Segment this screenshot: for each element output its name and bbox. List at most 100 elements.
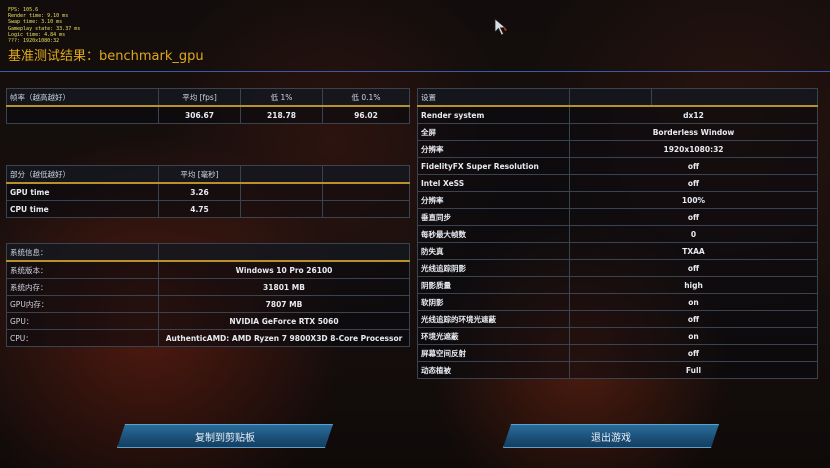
- title-divider: [0, 71, 830, 72]
- empty-cell: [240, 200, 323, 218]
- settings-row-value: dx12: [569, 105, 818, 124]
- sysinfo-row-label: CPU：: [6, 329, 159, 347]
- table-header-row: 系统信息：: [6, 243, 410, 262]
- fps-low01-value: 96.02: [322, 105, 410, 124]
- settings-row-value: 1920x1080:32: [569, 140, 818, 158]
- sysinfo-row-value: 7807 MB: [158, 295, 410, 313]
- settings-row-value: Full: [569, 361, 818, 379]
- settings-row-label: Render system: [417, 105, 570, 124]
- sysinfo-row-label: GPU：: [6, 312, 159, 330]
- mouse-cursor-icon: [494, 18, 507, 36]
- fps-header-avg: 平均 [fps]: [158, 88, 241, 107]
- settings-row-label: 分辨率: [417, 140, 570, 158]
- table-row: 光线追踪的环境光遮蔽 off: [417, 310, 818, 328]
- settings-row-value: off: [569, 174, 818, 192]
- settings-row-label: Intel XeSS: [417, 174, 570, 192]
- settings-row-label: 全屏: [417, 123, 570, 141]
- table-row: 软阴影 on: [417, 293, 818, 311]
- settings-row-label: 分辨率: [417, 191, 570, 209]
- settings-header-empty: [651, 88, 818, 107]
- sysinfo-row-value: Windows 10 Pro 26100: [158, 260, 410, 279]
- table-row: 分辨率 100%: [417, 191, 818, 209]
- table-row: GPU内存： 7807 MB: [6, 295, 410, 313]
- table-row: 系统版本： Windows 10 Pro 26100: [6, 260, 410, 279]
- settings-row-value: high: [569, 276, 818, 294]
- settings-row-label: 防失真: [417, 242, 570, 260]
- settings-row-value: off: [569, 344, 818, 362]
- parts-header-empty: [240, 165, 323, 184]
- exit-game-button[interactable]: 退出游戏: [503, 424, 719, 448]
- table-row: 垂直同步 off: [417, 208, 818, 226]
- table-row: GPU time 3.26: [6, 182, 410, 201]
- copy-to-clipboard-button[interactable]: 复制到剪贴板: [117, 424, 333, 448]
- empty-cell: [322, 200, 410, 218]
- table-row: 环境光遮蔽 on: [417, 327, 818, 345]
- sysinfo-row-label: 系统版本：: [6, 260, 159, 279]
- settings-row-label: 屏幕空间反射: [417, 344, 570, 362]
- settings-row-value: 0: [569, 225, 818, 243]
- table-header-row: 设置: [417, 88, 818, 107]
- table-row: 屏幕空间反射 off: [417, 344, 818, 362]
- table-row: Intel XeSS off: [417, 174, 818, 192]
- table-row: 动态植被 Full: [417, 361, 818, 379]
- fps-avg-value: 306.67: [158, 105, 241, 124]
- table-header-row: 帧率（越高越好） 平均 [fps] 低 1% 低 0.1%: [6, 88, 410, 107]
- fps-row-label: [6, 105, 159, 124]
- fps-table: 帧率（越高越好） 平均 [fps] 低 1% 低 0.1% 306.67 218…: [6, 88, 410, 124]
- sysinfo-row-value: 31801 MB: [158, 278, 410, 296]
- sysinfo-header-empty: [158, 243, 410, 262]
- settings-row-value: on: [569, 293, 818, 311]
- empty-cell: [240, 182, 323, 201]
- settings-row-label: 环境光遮蔽: [417, 327, 570, 345]
- table-row: GPU： NVIDIA GeForce RTX 5060: [6, 312, 410, 330]
- settings-row-label: 垂直同步: [417, 208, 570, 226]
- table-row: 阴影质量 high: [417, 276, 818, 294]
- table-row: 系统内存： 31801 MB: [6, 278, 410, 296]
- fps-header-low1: 低 1%: [240, 88, 323, 107]
- parts-header-label: 部分（越低越好）: [6, 165, 159, 184]
- sysinfo-row-label: GPU内存：: [6, 295, 159, 313]
- sysinfo-header: 系统信息：: [6, 243, 159, 262]
- fps-header-low01: 低 0.1%: [322, 88, 410, 107]
- exit-button-label: 退出游戏: [591, 432, 631, 444]
- settings-row-value: on: [569, 327, 818, 345]
- fps-low1-value: 218.78: [240, 105, 323, 124]
- settings-row-value: off: [569, 208, 818, 226]
- table-row: Render system dx12: [417, 105, 818, 124]
- performance-overlay: FPS: 105.6 Render time: 9.10 ms Swap tim…: [8, 7, 80, 44]
- parts-row-value: 3.26: [158, 182, 241, 201]
- settings-row-value: TXAA: [569, 242, 818, 260]
- parts-header-avg: 平均 [毫秒]: [158, 165, 241, 184]
- table-row: 分辨率 1920x1080:32: [417, 140, 818, 158]
- settings-row-value: off: [569, 310, 818, 328]
- system-info-table: 系统信息： 系统版本： Windows 10 Pro 26100 系统内存： 3…: [6, 243, 410, 347]
- empty-cell: [322, 182, 410, 201]
- table-row: FidelityFX Super Resolution off: [417, 157, 818, 175]
- settings-row-label: 阴影质量: [417, 276, 570, 294]
- parts-header-empty: [322, 165, 410, 184]
- sysinfo-row-label: 系统内存：: [6, 278, 159, 296]
- settings-row-label: 光线追踪的环境光遮蔽: [417, 310, 570, 328]
- settings-row-label: FidelityFX Super Resolution: [417, 157, 570, 175]
- table-row: 防失真 TXAA: [417, 242, 818, 260]
- settings-row-label: 每秒最大帧数: [417, 225, 570, 243]
- settings-row-label: 软阴影: [417, 293, 570, 311]
- page-title: 基准测试结果：benchmark_gpu: [8, 49, 204, 64]
- parts-row-label: CPU time: [6, 200, 159, 218]
- settings-row-value: off: [569, 157, 818, 175]
- settings-row-label: 光线追踪阴影: [417, 259, 570, 277]
- fps-header-label: 帧率（越高越好）: [6, 88, 159, 107]
- sysinfo-row-value: NVIDIA GeForce RTX 5060: [158, 312, 410, 330]
- parts-table: 部分（越低越好） 平均 [毫秒] GPU time 3.26 CPU time …: [6, 165, 410, 218]
- settings-header-empty: [569, 88, 652, 107]
- settings-row-label: 动态植被: [417, 361, 570, 379]
- table-header-row: 部分（越低越好） 平均 [毫秒]: [6, 165, 410, 184]
- table-row: CPU： AuthenticAMD: AMD Ryzen 7 9800X3D 8…: [6, 329, 410, 347]
- settings-row-value: off: [569, 259, 818, 277]
- table-row: 全屏 Borderless Window: [417, 123, 818, 141]
- settings-row-value: 100%: [569, 191, 818, 209]
- overlay-line: Gameplay state: 33.37 ms: [8, 25, 81, 32]
- settings-header: 设置: [417, 88, 570, 107]
- parts-row-value: 4.75: [158, 200, 241, 218]
- copy-button-label: 复制到剪贴板: [195, 432, 255, 444]
